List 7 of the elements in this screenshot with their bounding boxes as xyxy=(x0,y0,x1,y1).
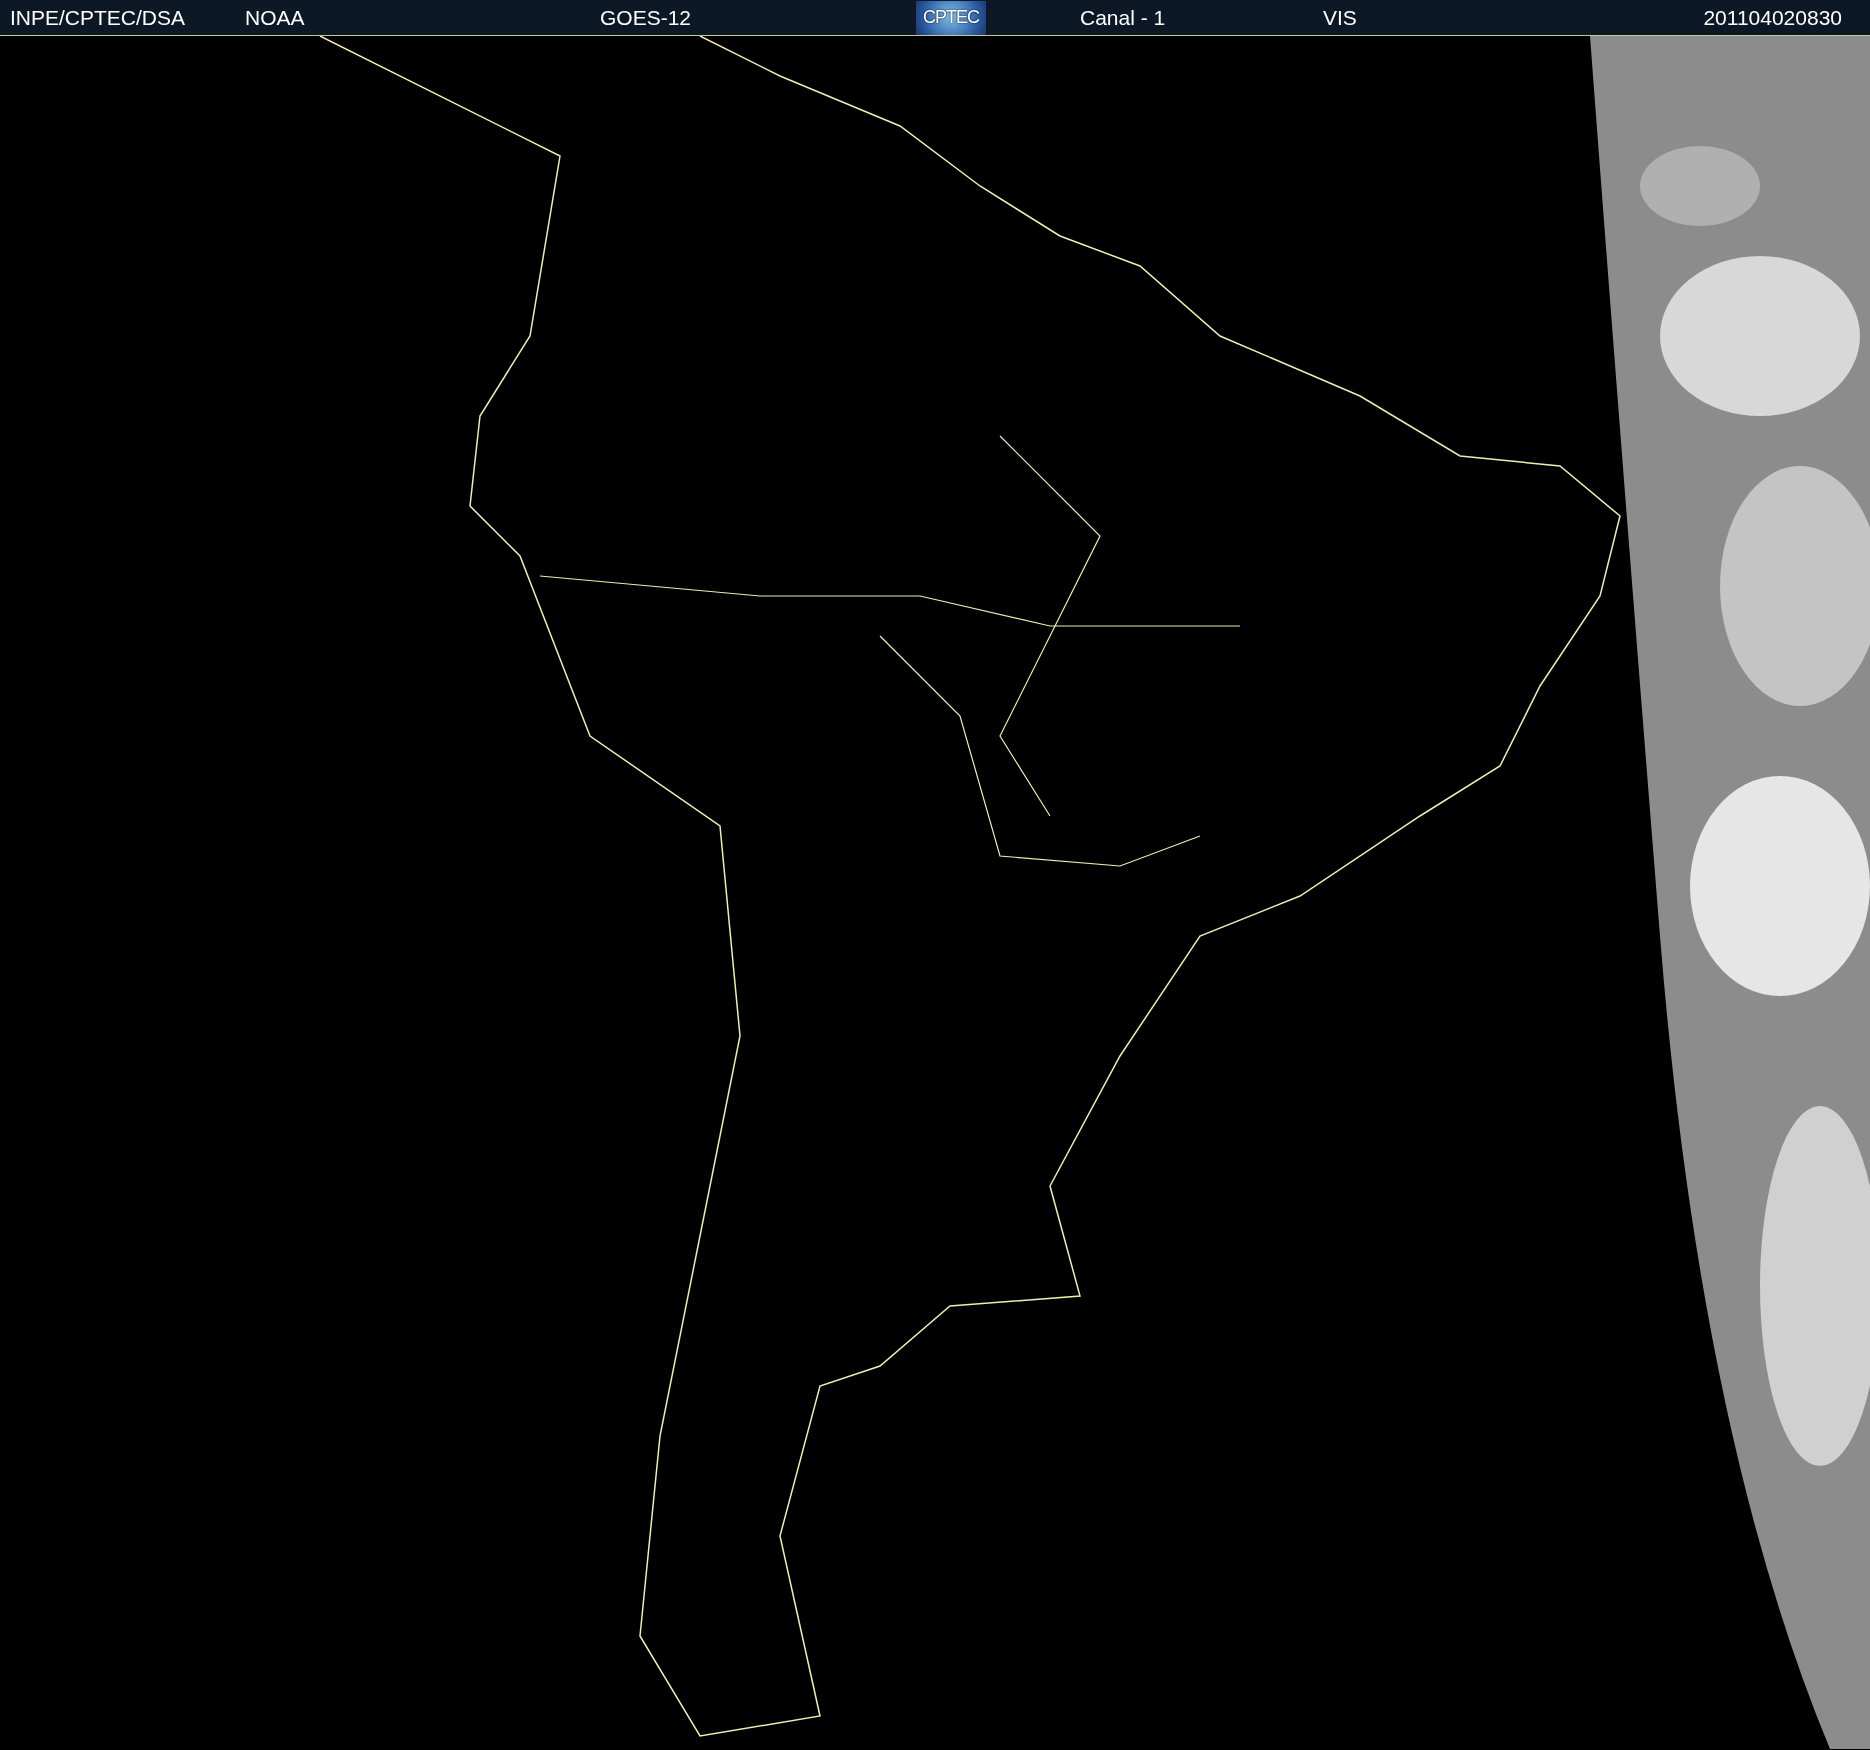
header-label: INPE/CPTEC/DSA xyxy=(10,4,187,31)
logo: CPTEC xyxy=(916,0,986,35)
header-label: Canal - 1 xyxy=(1080,4,1167,31)
header-label: NOAA xyxy=(245,4,306,31)
header-label: GOES-12 xyxy=(600,4,693,31)
header-label: 201104020830 xyxy=(1703,4,1842,31)
header-label: VIS xyxy=(1323,4,1358,31)
